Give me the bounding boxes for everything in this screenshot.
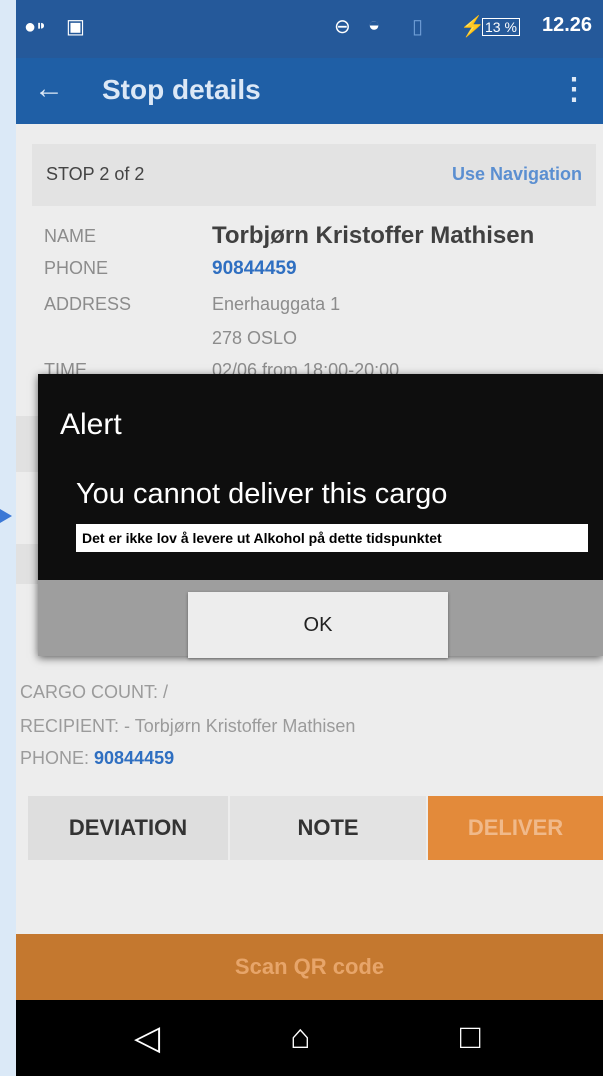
dialog-note: Det er ikke lov å levere ut Alkohol på d…	[76, 524, 588, 552]
ok-button[interactable]: OK	[188, 592, 448, 658]
stop-label: STOP 2 of 2	[46, 164, 145, 184]
battery-percent: 13 %	[482, 18, 520, 36]
address-label: ADDRESS	[44, 294, 132, 314]
phone-screen: ●⁍ ▣ ⊖ ◒ ▯ ⚡ 13 % 12.26 ← Stop details ⋮…	[16, 0, 603, 1076]
nav-back-icon[interactable]: ◁	[134, 1018, 160, 1058]
phone-value[interactable]: 90844459	[212, 258, 297, 280]
status-bar: ●⁍ ▣ ⊖ ◒ ▯ ⚡ 13 % 12.26	[16, 0, 603, 58]
alert-dialog: Alert You cannot deliver this cargo Det …	[38, 374, 603, 658]
dialog-title: Alert	[60, 408, 122, 441]
wifi-icon: ◒	[368, 14, 381, 36]
system-nav-bar: ◁ ⌂ □	[16, 1000, 603, 1076]
sim-icon: ▯	[412, 16, 424, 38]
nav-recents-icon[interactable]: □	[460, 1018, 481, 1057]
clock: 12.26	[542, 14, 593, 36]
name-label: NAME	[44, 226, 97, 246]
note-button[interactable]: NOTE	[230, 796, 426, 860]
dialog-message: You cannot deliver this cargo	[76, 478, 448, 510]
stop-header: STOP 2 of 2 Use Navigation	[32, 144, 596, 206]
cargo-count: CARGO COUNT: /	[20, 682, 169, 702]
overflow-menu-icon[interactable]: ⋮	[559, 72, 589, 107]
dialog-footer: OK	[38, 580, 603, 658]
use-navigation-link[interactable]: Use Navigation	[452, 164, 582, 185]
address-line-2: 278 OSLO	[212, 328, 298, 348]
deliver-button[interactable]: DELIVER	[428, 796, 603, 860]
deviation-button[interactable]: DEVIATION	[28, 796, 228, 860]
notification-icon: ●⁍	[24, 16, 47, 38]
nav-home-icon[interactable]: ⌂	[290, 1018, 311, 1057]
do-not-disturb-icon: ⊖	[334, 16, 351, 38]
app-notification-icon: ▣	[66, 16, 85, 38]
phone-label: PHONE	[44, 258, 109, 278]
name-value: Torbjørn Kristoffer Mathisen	[212, 222, 535, 249]
pointer-arrow-icon	[0, 509, 12, 523]
cargo-phone-prefix: PHONE:	[20, 748, 95, 768]
scan-qr-button[interactable]: Scan QR code	[16, 934, 603, 1000]
app-bar: ← Stop details ⋮	[16, 58, 603, 124]
arrow-left-icon[interactable]: ←	[34, 72, 64, 106]
address-line-1: Enerhauggata 1	[212, 294, 341, 314]
cargo-recipient: RECIPIENT: - Torbjørn Kristoffer Mathise…	[20, 716, 356, 736]
cargo-phone-value[interactable]: 90844459	[94, 748, 174, 768]
page-title: Stop details	[102, 74, 261, 105]
cargo-phone: PHONE: 90844459	[20, 748, 174, 769]
